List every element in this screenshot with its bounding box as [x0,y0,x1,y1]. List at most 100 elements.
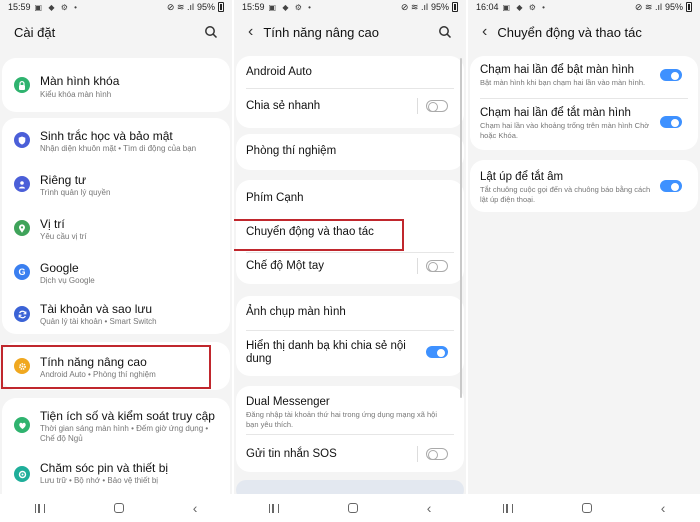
settings-item-google[interactable]: G Google Dịch vụ Google [2,250,230,294]
battery-percent: 95% [664,2,683,12]
one-hand-mode-toggle[interactable] [426,260,448,272]
divider [246,88,454,89]
quick-share-toggle[interactable] [426,100,448,112]
flip-to-mute-toggle[interactable] [660,180,682,192]
send-sos-toggle[interactable] [426,448,448,460]
battery-icon [452,2,458,12]
double-tap-to-sleep-subtitle: Chạm hai lần vào khoảng trống trên màn h… [480,121,650,140]
gear-plus-icon [14,358,30,374]
settings-item-subtitle: Nhận diện khuôn mặt • Tìm di động của bạ… [40,144,197,153]
separator [417,446,418,462]
back-arrow-icon[interactable]: ‹ [482,23,487,41]
settings-item-title: Tiện ích số và kiểm soát truy cập [40,409,215,423]
show-contacts-toggle[interactable] [426,346,448,358]
dual-messenger-subtitle: Đăng nhập tài khoản thứ hai trong ứng dụ… [246,410,438,429]
search-icon[interactable] [438,25,452,39]
status-right: ⊘ ≋ .ıl 95% [401,2,458,13]
device-care-icon [14,466,30,482]
scrollbar[interactable] [460,58,462,398]
back-nav-icon[interactable]: ‹ [193,500,198,516]
settings-card-security: Sinh trắc học và bảo mật Nhận diện khuôn… [2,118,230,334]
double-tap-to-sleep-item[interactable]: Chạm hai lần để tắt màn hình [480,107,688,119]
status-time: 15:59 [8,2,31,12]
recent-apps-icon[interactable] [502,503,513,513]
divider [480,98,688,99]
home-icon[interactable] [347,503,358,513]
settings-item-accounts-backup[interactable]: Tài khoản và sao lưu Quản lý tài khoản •… [2,294,230,334]
settings-item-privacy[interactable]: Riêng tư Trình quản lý quyền [2,162,230,206]
recent-apps-icon[interactable] [34,503,45,513]
divider [246,252,454,253]
status-right: ⊘ ≋ .ıl 95% [635,2,692,13]
show-contacts-item[interactable]: Hiển thị danh bạ khi chia sẻ nội dung [246,340,408,366]
flip-to-mute-item[interactable]: Lật úp để tắt âm [480,171,688,183]
flip-to-mute-subtitle: Tắt chuông cuộc gọi đến và chuông báo bằ… [480,185,651,204]
settings-item-subtitle: Yêu cầu vị trí [40,232,87,241]
settings-item-biometrics-security[interactable]: Sinh trắc học và bảo mật Nhận diện khuôn… [2,118,230,162]
notification-icons: ▣ ◆ ⚙ • [268,2,313,12]
screenshots-item[interactable]: Ảnh chụp màn hình [246,306,454,318]
settings-item-battery-device-care[interactable]: Chăm sóc pin và thiết bị Lưu trữ • Bộ nh… [2,454,230,498]
settings-item-subtitle: Kiểu khóa màn hình [40,90,112,99]
settings-item-subtitle: Lưu trữ • Bộ nhớ • Bảo vệ thiết bị [40,476,159,485]
notification-icons: ▣ ◆ ⚙ • [34,2,79,12]
navigation-bar: ‹ [468,494,700,522]
settings-item-title: Tài khoản và sao lưu [40,302,153,316]
navigation-bar: ‹ [234,494,466,522]
back-arrow-icon[interactable]: ‹ [248,23,253,41]
labs-item[interactable]: Phòng thí nghiệm [246,145,454,157]
double-tap-to-wake-subtitle: Bật màn hình khi bạn chạm hai lần vào mà… [480,78,646,87]
separator [417,258,418,274]
motions-gestures-screen: 16:04 ▣ ◆ ⚙ • ⊘ ≋ .ıl 95% ‹ Chuyển động … [468,0,700,522]
location-icon [14,220,30,236]
wellbeing-icon [14,417,30,433]
settings-card-wellbeing: Tiện ích số và kiểm soát truy cập Thời g… [2,398,230,508]
search-icon[interactable] [204,25,218,39]
settings-screen: 15:59 ▣ ◆ ⚙ • ⊘ ≋ .ıl 95% Cài đặt Màn hì… [0,0,232,522]
page-title: Tính năng nâng cao [263,24,379,40]
settings-item-advanced-features[interactable]: Tính năng nâng cao Android Auto • Phòng … [2,342,230,390]
card-side-key-motions: Phím Cạnh Chuyển động và thao tác Chế độ… [236,180,464,284]
home-icon[interactable] [581,503,592,513]
send-sos-item[interactable]: Gửi tin nhắn SOS [246,448,454,460]
double-tap-to-wake-toggle[interactable] [660,69,682,81]
status-time: 16:04 [476,2,499,12]
settings-item-subtitle: Dịch vụ Google [40,276,95,285]
app-bar: ‹ Tính năng nâng cao [234,20,466,44]
card-flip-mute: Lật úp để tắt âm Tắt chuông cuộc gọi đến… [470,160,698,212]
motions-gestures-item[interactable]: Chuyển động và thao tác [246,226,454,238]
status-bar: 16:04 ▣ ◆ ⚙ • ⊘ ≋ .ıl 95% [468,0,700,14]
app-bar: ‹ Chuyển động và thao tác [468,20,700,44]
settings-item-lock-screen[interactable]: Màn hình khóa Kiểu khóa màn hình [2,58,230,112]
recent-apps-icon[interactable] [268,503,279,513]
card-labs: Phòng thí nghiệm [236,134,464,170]
screenshots-container: 15:59 ▣ ◆ ⚙ • ⊘ ≋ .ıl 95% Cài đặt Màn hì… [0,0,700,522]
advanced-features-screen: 15:59 ▣ ◆ ⚙ • ⊘ ≋ .ıl 95% ‹ Tính năng nâ… [234,0,466,522]
android-auto-item[interactable]: Android Auto [246,66,454,78]
shield-icon [14,132,30,148]
back-nav-icon[interactable]: ‹ [661,500,666,516]
lock-icon [14,77,30,93]
privacy-icon [14,176,30,192]
settings-item-subtitle: Quản lý tài khoản • Smart Switch [40,317,157,326]
one-hand-mode-item[interactable]: Chế độ Một tay [246,260,454,272]
double-tap-to-wake-item[interactable]: Chạm hai lần để bật màn hình [480,64,688,76]
sync-icon [14,306,30,322]
status-bar: 15:59 ▣ ◆ ⚙ • ⊘ ≋ .ıl 95% [234,0,466,14]
status-right: ⊘ ≋ .ıl 95% [167,2,224,13]
home-icon[interactable] [113,503,124,513]
google-icon: G [14,264,30,280]
back-nav-icon[interactable]: ‹ [427,500,432,516]
settings-item-digital-wellbeing[interactable]: Tiện ích số và kiểm soát truy cập Thời g… [2,398,230,452]
settings-item-location[interactable]: Vị trí Yêu cầu vị trí [2,206,230,250]
status-time: 15:59 [242,2,265,12]
dual-messenger-item[interactable]: Dual Messenger [246,396,454,408]
separator [417,98,418,114]
settings-item-title: Sinh trắc học và bảo mật [40,129,173,143]
navigation-bar: ‹ [0,494,232,522]
settings-item-title: Riêng tư [40,173,87,187]
side-key-item[interactable]: Phím Cạnh [246,192,454,204]
battery-icon [686,2,692,12]
double-tap-to-sleep-toggle[interactable] [660,116,682,128]
quick-share-item[interactable]: Chia sẻ nhanh [246,100,454,112]
